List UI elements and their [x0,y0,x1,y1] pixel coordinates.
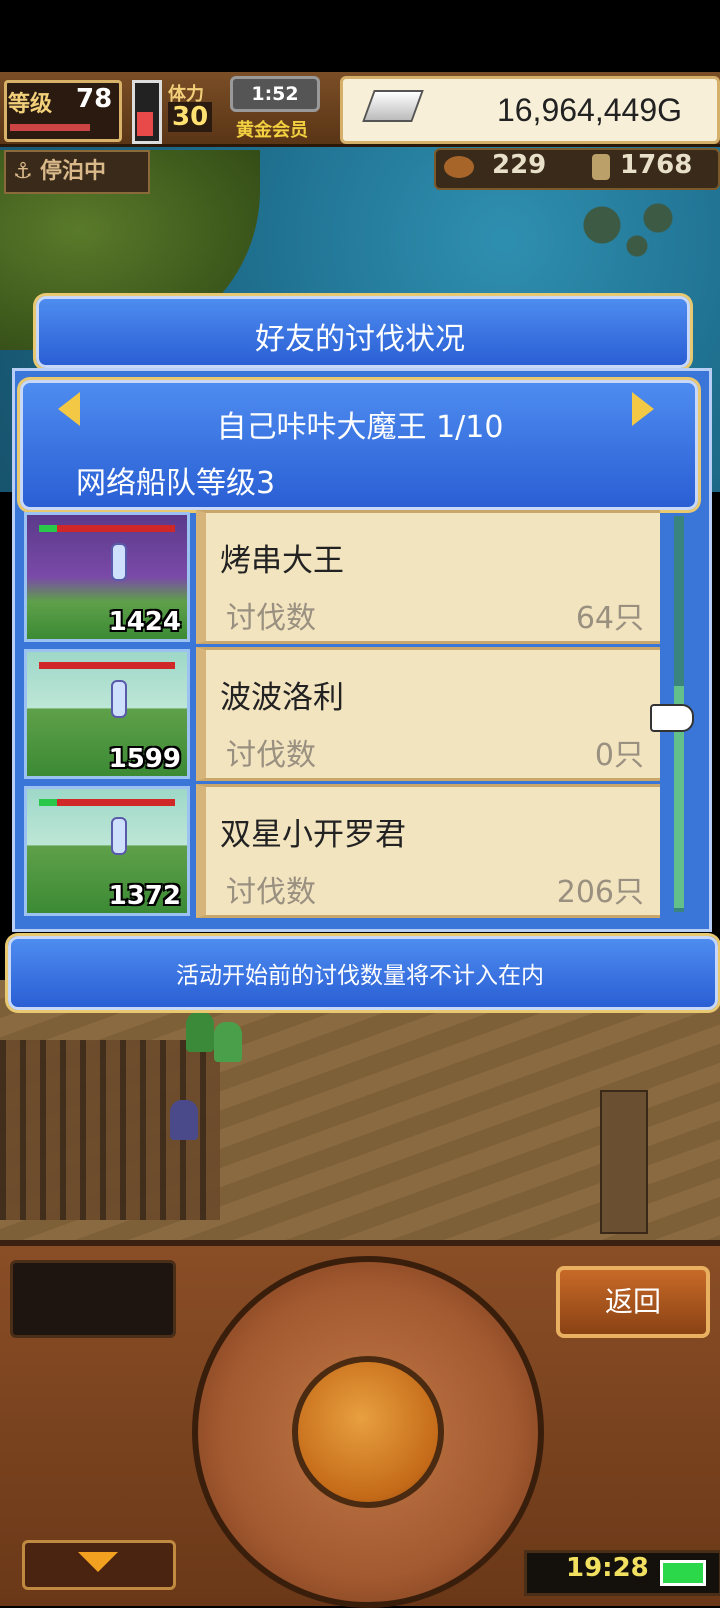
food-count: 229 [492,150,547,180]
kill-count-label: 讨伐数 [226,738,316,773]
fleet-level: 网络船队等级3 [76,466,276,501]
thumb-number: 1599 [108,744,181,774]
monster-thumbnail[interactable]: 1424 [24,512,190,642]
monster-thumbnail[interactable]: 1599 [24,649,190,779]
kill-count: 64只 [575,601,644,636]
list-item[interactable]: 波波洛利 讨伐数 0只 [196,647,660,781]
level-label: 等级 [8,92,53,117]
battery-icon [660,1560,706,1586]
ship-mast [600,1090,648,1234]
anchor-icon: ⚓ [13,159,33,184]
pointer-hand-icon [650,704,694,732]
level-value: 78 [76,84,113,114]
stamina-fill [137,112,153,136]
crystal-icon [111,543,127,581]
back-button[interactable]: 返回 [556,1266,710,1338]
mooring-status: ⚓ 停泊中 [4,150,150,194]
friend-name: 烤串大王 [220,543,344,579]
hp-bar-fill [39,799,57,806]
thumb-number: 1424 [108,607,181,637]
stamina-value: 30 [168,102,213,132]
monster-thumbnail[interactable]: 1372 [24,786,190,916]
list-item[interactable]: 烤串大王 讨伐数 64只 [196,510,660,644]
hp-bar [39,662,175,669]
empty-slot[interactable] [10,1260,176,1338]
gold-amount: 16,964,449G [496,92,682,128]
hp-bar [39,525,175,532]
friend-name-page: 自己咔咔大魔王 1/10 [216,410,504,445]
thumb-number: 1372 [108,881,181,911]
list-item[interactable]: 双星小开罗君 讨伐数 206只 [196,784,660,918]
chevron-down-icon [78,1552,118,1572]
food-icon [444,156,474,178]
kill-count: 206只 [556,875,644,910]
crew-member[interactable] [214,1022,242,1062]
mooring-label: 停泊中 [40,159,107,184]
clock: 19:28 [566,1553,649,1583]
kill-count-label: 讨伐数 [226,875,316,910]
crew-member[interactable] [186,1012,214,1052]
sea-rocks [560,190,700,260]
dialog-title: 好友的讨伐状况 [255,322,465,357]
kill-count: 0只 [594,738,644,773]
crew-member[interactable] [170,1100,198,1140]
hp-bar [39,799,175,806]
status-bar [0,0,720,72]
arrow-right-icon[interactable] [632,392,654,426]
notice-text: 活动开始前的讨伐数量将不计入在内 [176,963,544,989]
medal-count: 1768 [620,150,693,180]
stamina-timer: 1:52 [230,76,320,112]
medal-icon [592,154,610,180]
membership-badge: 黄金会员 [236,120,308,141]
crystal-icon [111,680,127,718]
friend-name: 双星小开罗君 [220,817,406,853]
dpad-center-button[interactable] [292,1356,444,1508]
arrow-left-icon[interactable] [58,392,80,426]
crystal-icon [111,817,127,855]
hp-bar-fill [39,525,57,532]
level-exp-bar [10,124,90,131]
friend-name: 波波洛利 [220,680,344,716]
kill-count-label: 讨伐数 [226,601,316,636]
